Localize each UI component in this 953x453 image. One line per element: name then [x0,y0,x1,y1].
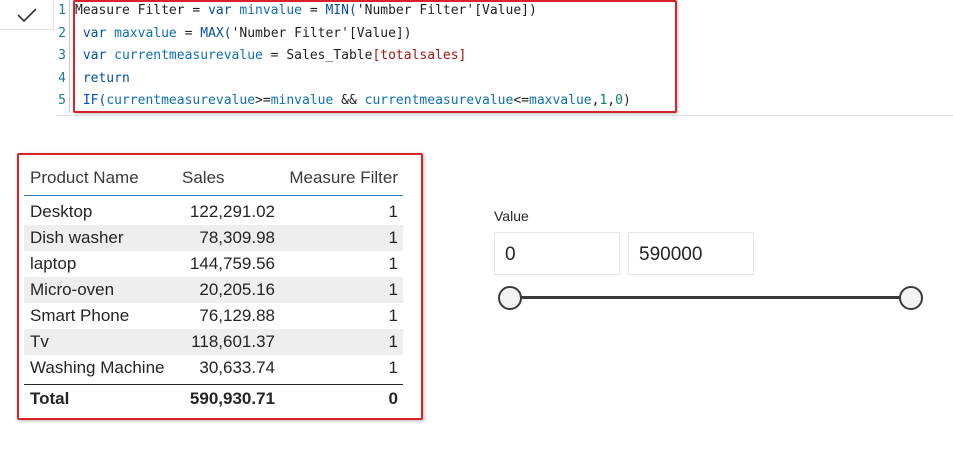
cell-product-name: laptop [30,254,77,273]
slicer-min-input[interactable]: 0 [494,232,620,275]
cell-measure-filter: 1 [388,358,398,377]
slider-min-handle[interactable] [498,286,522,310]
checkmark-icon [16,7,37,22]
table-row[interactable]: Dish washer 78,309.98 1 [24,225,403,251]
line-gutter [69,90,70,113]
cell-product-name: Micro-oven [30,280,115,299]
cell-product-name: Washing Machine [30,358,165,377]
cell-product-name: Tv [30,332,49,351]
header-product-name[interactable]: Product Name [24,168,180,188]
cell-measure-filter: 1 [388,254,398,273]
slider-max-handle[interactable] [899,286,923,310]
cell-sales: 20,205.16 [199,280,275,299]
cell-sales: 76,129.88 [199,306,275,325]
line-number: 3 [58,48,66,63]
formula-highlight-box [73,0,677,113]
line-number: 4 [58,70,66,86]
slicer-max-input[interactable]: 590000 [628,232,754,275]
cell-sales: 144,759.56 [189,254,275,273]
cell-sales: 122,291.02 [189,202,275,221]
table-row[interactable]: Desktop 122,291.02 1 [24,199,403,225]
cell-measure-filter: 1 [388,280,398,299]
total-label: Total [30,388,70,408]
line-gutter [69,0,70,23]
line-gutter [69,45,70,68]
table-row[interactable]: Tv 118,601.37 1 [24,329,403,355]
cell-measure-filter: 1 [388,332,398,351]
total-measure-filter: 0 [388,388,398,408]
cell-sales: 78,309.98 [199,228,275,247]
table-row[interactable]: Micro-oven 20,205.16 1 [24,277,403,303]
slicer-title: Value [494,208,529,224]
header-sales[interactable]: Sales [180,168,275,188]
slider-track[interactable] [510,296,911,299]
table-total-row: Total 590,930.71 0 [24,384,403,412]
cell-product-name: Dish washer [30,228,124,247]
total-sales: 590,930.71 [189,388,275,408]
commit-formula-button[interactable] [0,0,54,30]
line-number: 5 [58,93,66,108]
cell-measure-filter: 1 [388,306,398,325]
cell-product-name: Smart Phone [30,306,130,325]
line-number: 2 [58,25,66,41]
line-gutter [69,67,70,90]
table-row[interactable]: laptop 144,759.56 1 [24,251,403,277]
cell-product-name: Desktop [30,202,93,221]
table-header: Product Name Sales Measure Filter [24,160,403,196]
header-measure-filter[interactable]: Measure Filter [275,168,398,188]
table-row[interactable]: Smart Phone 76,129.88 1 [24,303,403,329]
table-body: Desktop 122,291.02 1 Dish washer 78,309.98 1 l… [24,199,403,381]
cell-sales: 118,601.37 [191,332,275,351]
cell-measure-filter: 1 [388,228,398,247]
sales-table: Product Name Sales Measure Filter Deskto… [24,160,403,412]
cell-sales: 30,633.74 [199,358,275,377]
line-number: 1 [58,3,66,18]
cell-measure-filter: 1 [388,202,398,221]
line-gutter [69,22,70,45]
table-row[interactable]: Washing Machine 30,633.74 1 [24,355,403,381]
